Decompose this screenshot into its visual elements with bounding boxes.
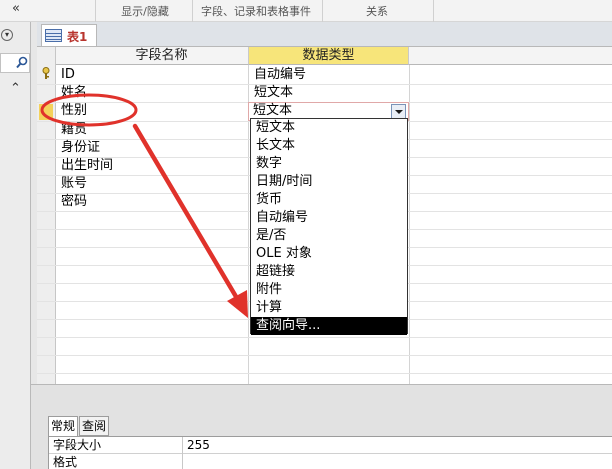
field-name-cell-active[interactable]: 性别 bbox=[61, 102, 87, 120]
document-tab-strip bbox=[37, 22, 612, 46]
property-divider bbox=[182, 454, 183, 469]
column-header-field-name[interactable]: 字段名称 bbox=[56, 47, 267, 65]
data-type-cell[interactable]: 短文本 bbox=[254, 84, 293, 102]
collapse-left-icon[interactable]: « bbox=[12, 1, 20, 16]
row-separator bbox=[37, 84, 612, 85]
field-name-cell[interactable]: ID bbox=[61, 66, 75, 84]
data-type-dropdown-list: 短文本 长文本 数字 日期/时间 货币 自动编号 是/否 OLE 对象 超链接 … bbox=[250, 118, 408, 335]
ribbon-group-show-hide: 显示/隐藏 bbox=[121, 5, 169, 18]
dropdown-option[interactable]: 长文本 bbox=[251, 137, 407, 155]
tab-lookup[interactable]: 查阅 bbox=[79, 416, 110, 436]
nav-group-collapse[interactable]: ⌃ bbox=[0, 80, 30, 102]
row-separator bbox=[37, 337, 612, 338]
table-icon bbox=[45, 29, 62, 42]
property-label: 格式 bbox=[53, 455, 78, 469]
field-name-cell[interactable]: 籍贯 bbox=[61, 121, 87, 139]
ribbon-group-relationships: 关系 bbox=[366, 5, 388, 18]
row-separator bbox=[37, 355, 612, 356]
dropdown-option[interactable]: 日期/时间 bbox=[251, 173, 407, 191]
column-header-description[interactable] bbox=[409, 47, 612, 65]
field-name-cell[interactable]: 姓名 bbox=[61, 84, 87, 102]
navigation-pane: ▾ ⌃ bbox=[0, 22, 31, 469]
search-icon[interactable] bbox=[16, 56, 28, 72]
double-chevron-up-icon[interactable]: ⌃ bbox=[10, 82, 21, 96]
dropdown-option[interactable]: OLE 对象 bbox=[251, 245, 407, 263]
property-row[interactable]: 字段大小 255 bbox=[49, 437, 612, 454]
column-header-data-type[interactable]: 数据类型 bbox=[248, 47, 409, 65]
dropdown-option-highlighted[interactable]: 查阅向导... bbox=[251, 317, 407, 335]
field-name-cell[interactable]: 身份证 bbox=[61, 139, 100, 157]
field-name-cell[interactable]: 账号 bbox=[61, 175, 87, 193]
ribbon-separator bbox=[95, 0, 96, 22]
tab-table1[interactable]: 表1 bbox=[41, 24, 97, 46]
primary-key-icon bbox=[41, 67, 51, 79]
tab-general[interactable]: 常规 bbox=[48, 416, 79, 437]
property-value[interactable]: 255 bbox=[187, 437, 210, 454]
current-row-indicator bbox=[39, 104, 53, 120]
data-type-cell[interactable]: 自动编号 bbox=[254, 66, 306, 84]
dropdown-option[interactable]: 计算 bbox=[251, 299, 407, 317]
nav-filter-dropdown[interactable]: ▾ bbox=[0, 27, 30, 49]
dropdown-option[interactable]: 数字 bbox=[251, 155, 407, 173]
property-label: 字段大小 bbox=[53, 438, 102, 452]
properties-table: 字段大小 255 格式 bbox=[48, 436, 612, 469]
dropdown-option[interactable]: 超链接 bbox=[251, 263, 407, 281]
field-name-cell[interactable]: 出生时间 bbox=[61, 157, 113, 175]
nav-search-box[interactable] bbox=[0, 53, 30, 73]
dropdown-arrow-icon[interactable] bbox=[391, 104, 406, 119]
chevron-down-icon[interactable]: ▾ bbox=[1, 29, 13, 41]
tab-label: 表1 bbox=[67, 30, 88, 44]
dropdown-option[interactable]: 短文本 bbox=[251, 119, 407, 137]
dropdown-option[interactable]: 货币 bbox=[251, 191, 407, 209]
ribbon-group-field-events: 字段、记录和表格事件 bbox=[201, 5, 311, 18]
dropdown-option[interactable]: 附件 bbox=[251, 281, 407, 299]
row-separator bbox=[37, 373, 612, 374]
dropdown-option[interactable]: 是/否 bbox=[251, 227, 407, 245]
field-name-cell[interactable]: 密码 bbox=[61, 193, 87, 211]
ribbon-group-labels: 显示/隐藏 字段、记录和表格事件 关系 bbox=[0, 0, 612, 22]
ribbon-separator bbox=[433, 0, 434, 22]
property-divider bbox=[182, 437, 183, 454]
row-selector-column bbox=[37, 47, 56, 385]
property-row[interactable]: 格式 bbox=[49, 454, 612, 469]
dropdown-option[interactable]: 自动编号 bbox=[251, 209, 407, 227]
